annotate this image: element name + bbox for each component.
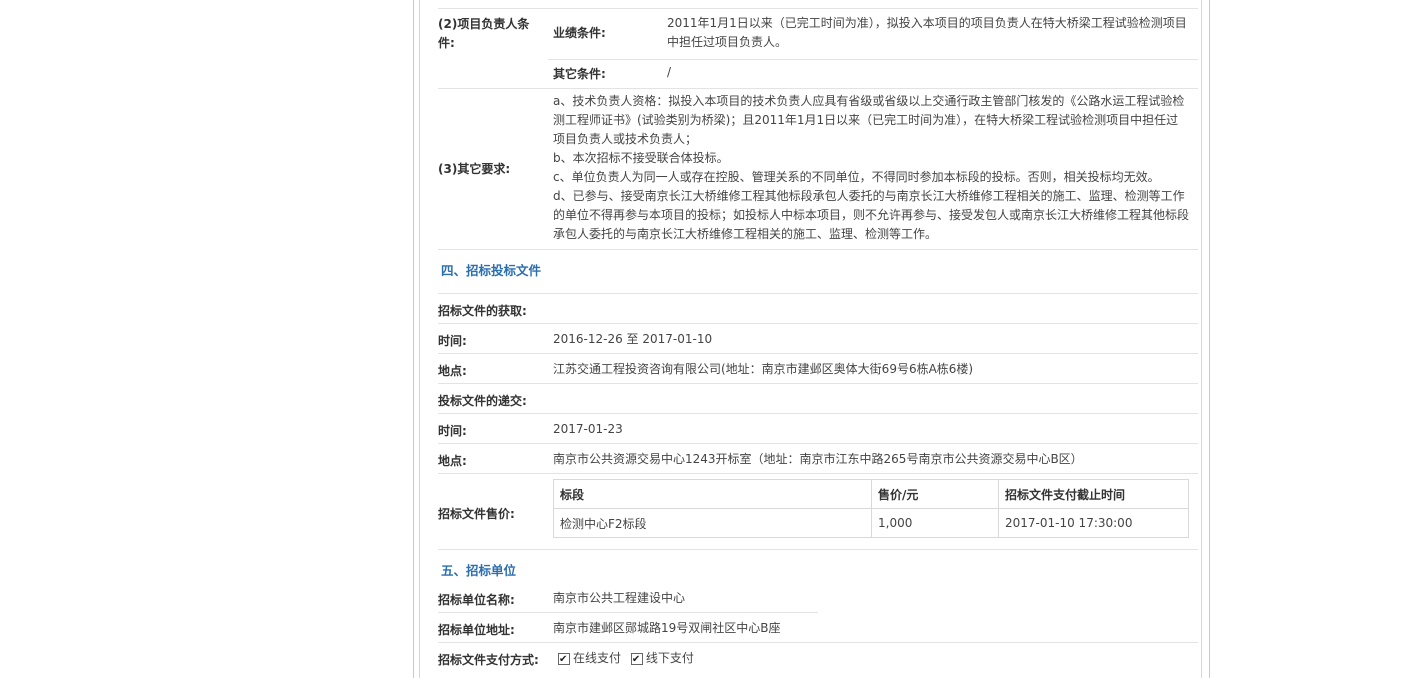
submit-time-value: 2017-01-23 xyxy=(553,422,623,436)
requirement-line: d、已参与、接受南京长江大桥维修工程其他标段承包人委托的与南京长江大桥维修工程相… xyxy=(553,189,1185,203)
offline-payment-label: 线下支付 xyxy=(645,651,694,665)
other-requirements-label: (3)其它要求: xyxy=(438,162,511,176)
payment-options: 在线支付 线下支付 xyxy=(558,649,694,669)
divider xyxy=(438,88,1198,89)
divider xyxy=(438,249,1198,250)
performance-label: 业绩条件: xyxy=(553,26,606,40)
submit-place-value: 南京市公共资源交易中心1243开标室（地址：南京市江东中路265号南京市公共资源… xyxy=(553,452,1083,466)
section-title-bidding-documents: 四、招标投标文件 xyxy=(441,263,542,278)
submit-documents-label: 投标文件的递交: xyxy=(438,394,527,408)
page-frame: (2)项目负责人条件: 业绩条件: 2011年1月1日以来（已完工时间为准），拟… xyxy=(413,0,1210,678)
divider xyxy=(438,383,1198,384)
column-header-deadline: 招标文件支付截止时间 xyxy=(998,479,1189,509)
requirement-line: 项目负责人或技术负责人； xyxy=(553,132,698,146)
divider xyxy=(548,59,1198,60)
divider xyxy=(438,293,1198,294)
table-header-row: 标段 售价/元 招标文件支付截止时间 xyxy=(553,479,1189,509)
divider xyxy=(438,413,1198,414)
cell-price: 1,000 xyxy=(871,508,999,538)
online-payment-label: 在线支付 xyxy=(573,651,622,665)
online-payment-checkbox[interactable] xyxy=(558,650,570,669)
divider xyxy=(438,443,1198,444)
requirement-line: 承包人委托的与南京长江大桥维修工程相关的施工、监理、检测等工作。 xyxy=(553,227,938,241)
obtain-time-label: 时间: xyxy=(438,334,467,348)
unit-address-label: 招标单位地址: xyxy=(438,623,515,637)
payment-method-label: 招标文件支付方式: xyxy=(438,653,539,667)
leader-condition-label: (2)项目负责人条件: xyxy=(438,17,530,50)
content-panel: (2)项目负责人条件: 业绩条件: 2011年1月1日以来（已完工时间为准），拟… xyxy=(419,0,1202,678)
column-header-section: 标段 xyxy=(553,479,872,509)
requirement-line: b、本次招标不接受联合体投标。 xyxy=(553,151,729,165)
other-requirements-text: a、技术负责人资格：拟投入本项目的技术负责人应具有省级或省级以上交通行政主管部门… xyxy=(553,92,1203,244)
table-row: 检测中心F2标段 1,000 2017-01-10 17:30:00 xyxy=(553,508,1189,538)
submit-place-label: 地点: xyxy=(438,454,467,468)
cell-section: 检测中心F2标段 xyxy=(553,508,872,538)
document-price-label: 招标文件售价: xyxy=(438,507,515,521)
divider xyxy=(438,612,818,613)
requirement-line: 测工程师证书》(试验类别为桥梁)；且2011年1月1日以来（已完工时间为准），在… xyxy=(553,113,1179,127)
unit-name-value: 南京市公共工程建设中心 xyxy=(553,591,686,605)
other-condition-value: / xyxy=(667,65,672,79)
offline-payment-checkbox[interactable] xyxy=(630,650,643,669)
obtain-place-value: 江苏交通工程投资咨询有限公司(地址：南京市建邺区奥体大街69号6栋A栋6楼) xyxy=(553,362,974,376)
section-title-tendering-unit: 五、招标单位 xyxy=(441,563,517,578)
requirement-line: c、单位负责人为同一人或存在控股、管理关系的不同单位，不得同时参加本标段的投标。… xyxy=(553,170,1160,184)
unit-address-value: 南京市建邺区郧城路19号双闸社区中心B座 xyxy=(553,621,781,635)
obtain-documents-label: 招标文件的获取: xyxy=(438,304,527,318)
divider xyxy=(438,8,1198,9)
obtain-place-label: 地点: xyxy=(438,364,467,378)
divider xyxy=(438,353,1198,354)
cell-deadline: 2017-01-10 17:30:00 xyxy=(998,508,1189,538)
requirement-line: a、技术负责人资格：拟投入本项目的技术负责人应具有省级或省级以上交通行政主管部门… xyxy=(553,94,1185,108)
other-condition-label: 其它条件: xyxy=(553,67,606,81)
document-price-table: 标段 售价/元 招标文件支付截止时间 检测中心F2标段 1,000 2017-0… xyxy=(553,479,1189,538)
submit-time-label: 时间: xyxy=(438,424,467,438)
performance-value: 2011年1月1日以来（已完工时间为准），拟投入本项目的项目负责人在特大桥梁工程… xyxy=(667,16,1187,49)
divider xyxy=(438,642,1198,643)
divider xyxy=(438,549,1198,550)
obtain-time-value: 2016-12-26 至 2017-01-10 xyxy=(553,332,713,346)
unit-name-label: 招标单位名称: xyxy=(438,593,515,607)
requirement-line: 的单位不得再参与本项目的投标；如投标人中标本项目，则不允许再参与、接受发包人或南… xyxy=(553,208,1190,222)
column-header-price: 售价/元 xyxy=(871,479,999,509)
divider xyxy=(438,323,1198,324)
divider xyxy=(438,473,1198,474)
